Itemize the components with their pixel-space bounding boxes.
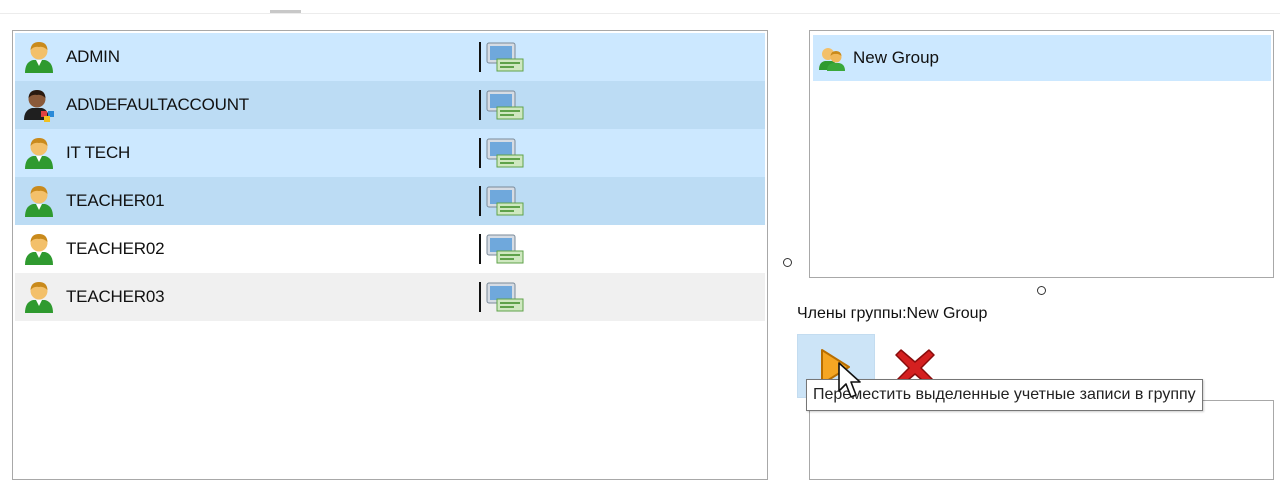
column-separator [479,186,481,216]
user-icon [25,282,53,313]
account-name: IT TECH [66,143,131,162]
group-members-label: Члены группы:New Group [797,305,988,322]
top-tab-indicator[interactable] [270,0,301,13]
computer-icon [486,90,524,120]
group-name: New Group [853,48,939,67]
computer-icon [486,282,524,312]
account-row-teacher01[interactable]: TEACHER01 [15,177,765,225]
account-name: ADMIN [66,47,120,66]
account-name: AD\DEFAULTACCOUNT [66,95,249,114]
account-row-it-tech[interactable]: IT TECH [15,129,765,177]
account-name: TEACHER03 [66,287,165,306]
column-separator [479,234,481,264]
column-separator [479,282,481,312]
group-icon [819,48,845,71]
vertical-splitter-handle[interactable] [783,258,792,267]
account-row-teacher02[interactable]: TEACHER02 [15,225,765,273]
top-divider [0,13,1280,14]
column-separator [479,42,481,72]
computer-icon [486,42,524,72]
account-row-defaultaccount[interactable]: AD\DEFAULTACCOUNT [15,81,765,129]
group-members-list[interactable] [809,400,1274,480]
mouse-cursor-icon [838,362,861,398]
account-row-admin[interactable]: ADMIN [15,33,765,81]
move-button-tooltip: Переместить выделенные учетные записи в … [806,379,1203,411]
user-icon [25,186,53,217]
computer-icon [486,234,524,264]
computer-icon [486,138,524,168]
user-icon [25,42,53,73]
user-shared-icon [24,90,54,122]
accounts-list[interactable]: ADMIN AD\DEFAULTACCOUNT IT TECH TEACHER0… [12,30,768,480]
account-row-teacher03[interactable]: TEACHER03 [15,273,765,321]
group-row-new-group[interactable]: New Group [813,35,1271,81]
user-icon [25,138,53,169]
groups-list[interactable]: New Group [809,30,1274,278]
account-name: TEACHER01 [66,191,165,210]
column-separator [479,138,481,168]
computer-icon [486,186,524,216]
column-separator [479,90,481,120]
account-name: TEACHER02 [66,239,165,258]
horizontal-splitter-handle[interactable] [1037,286,1046,295]
user-icon [25,234,53,265]
